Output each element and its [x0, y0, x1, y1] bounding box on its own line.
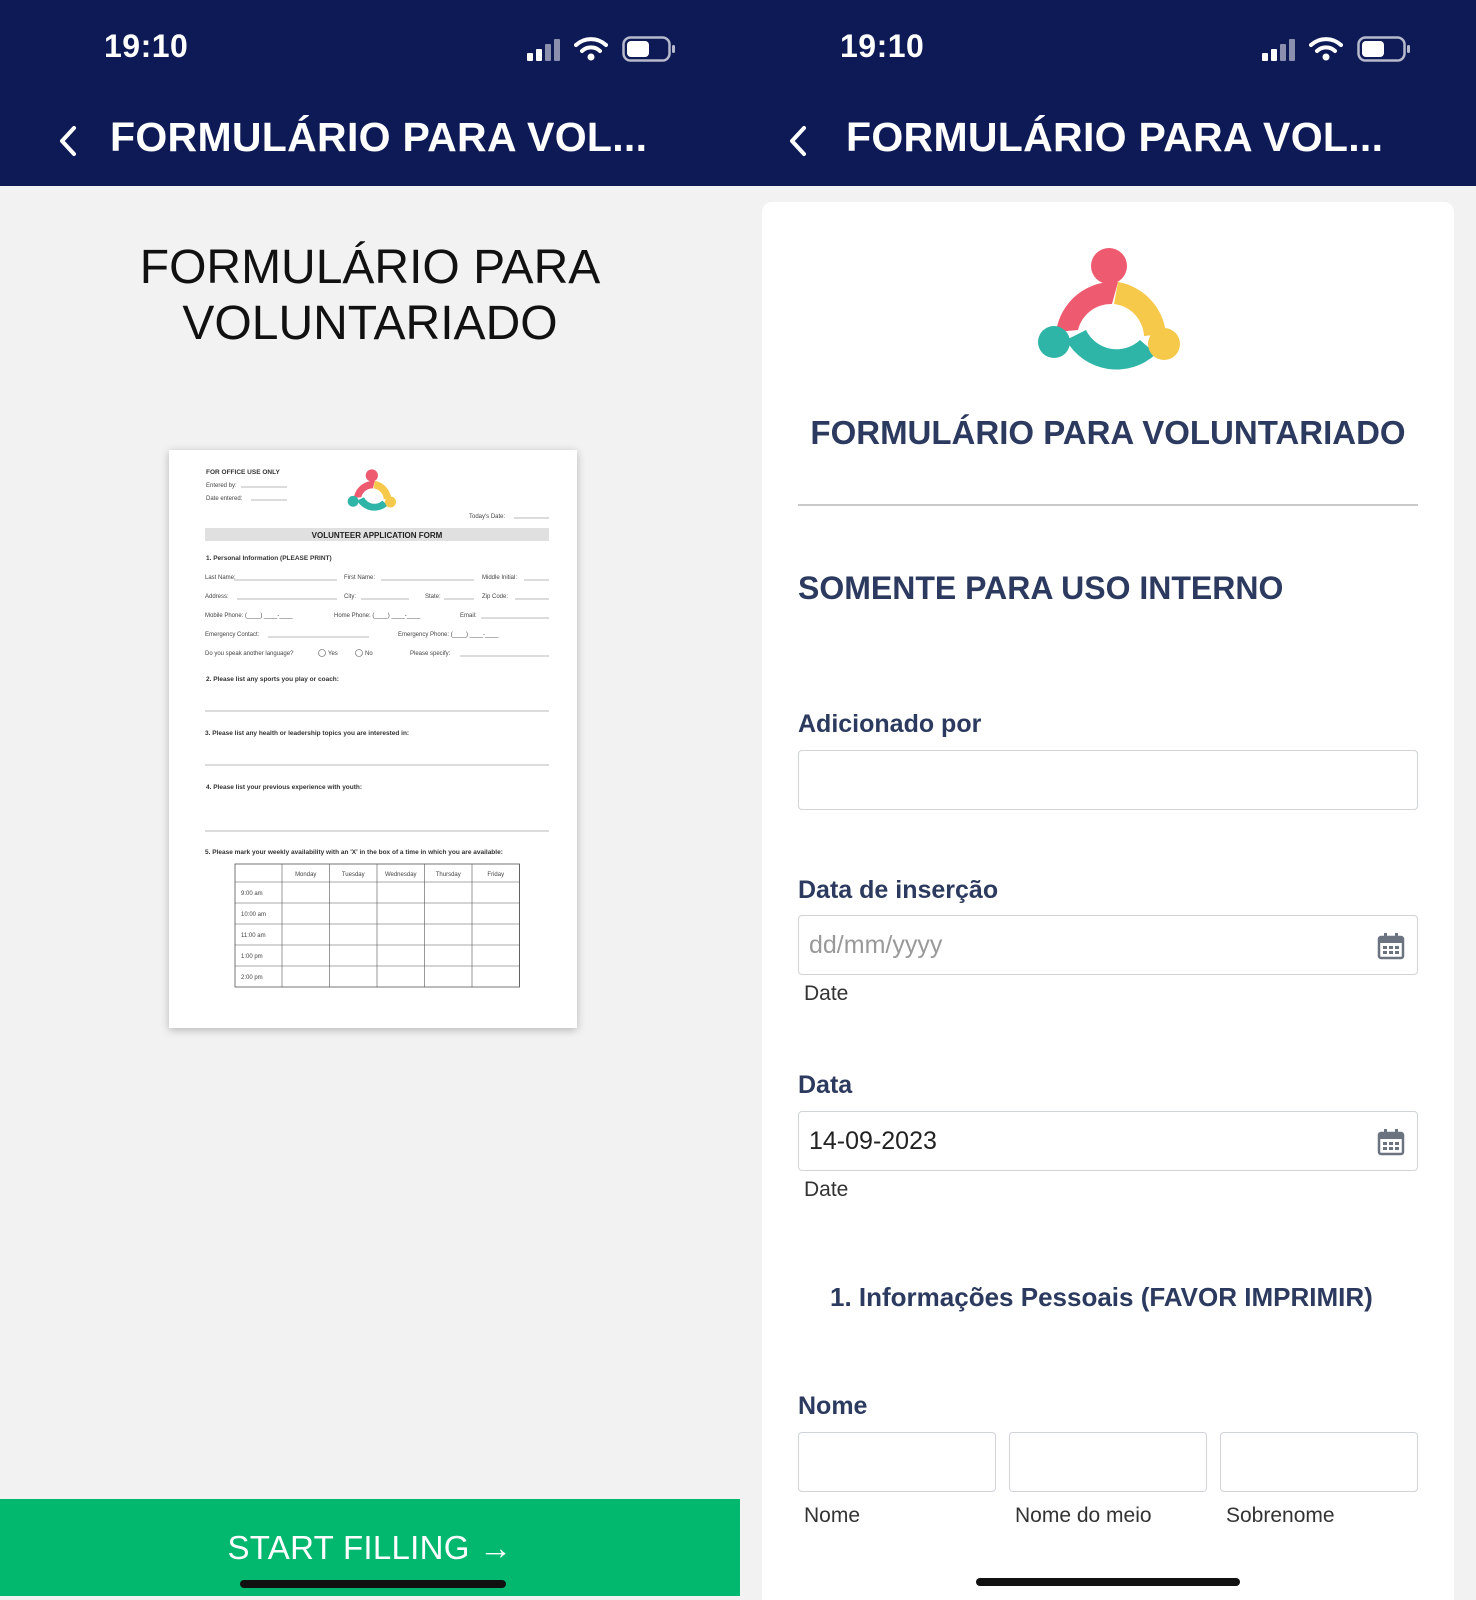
insert-date-label: Data de inserção [798, 876, 999, 904]
preview-q3: 3. Please list any health or leadership … [205, 730, 409, 737]
start-filling-button[interactable]: START FILLING → [0, 1529, 740, 1567]
name-label: Nome [798, 1392, 868, 1420]
date-label: Data [798, 1071, 853, 1099]
preview-section1: 1. Personal Information (PLEASE PRINT) [206, 555, 332, 562]
status-bar: 19:10 [0, 0, 740, 100]
preview-day-header: Monday [295, 872, 316, 878]
middle-name-sublabel: Nome do meio [1015, 1504, 1152, 1527]
preview-middle-initial: Middle Initial: [482, 575, 517, 581]
preview-time-label: 1:00 pm [241, 954, 263, 960]
signal-icon [527, 37, 560, 61]
date-sublabel: Date [804, 1178, 849, 1201]
nav-title: FORMULÁRIO PARA VOL... [110, 114, 648, 160]
form-heading-line1: FORMULÁRIO PARA [139, 241, 601, 294]
preview-day-header: Friday [487, 872, 504, 878]
preview-state: State: [425, 594, 441, 600]
nav-bar: FORMULÁRIO PARA VOL... [740, 100, 1476, 186]
preview-time-label: 2:00 pm [241, 975, 263, 981]
form-preview-thumbnail[interactable]: FOR OFFICE USE ONLY Entered by: Date ent… [169, 450, 577, 1028]
status-icons [1262, 36, 1411, 62]
insert-date-input[interactable]: dd/mm/yyyy [798, 915, 1418, 975]
preview-email: Email: [460, 613, 477, 619]
title-divider [798, 504, 1418, 506]
preview-please-specify: Please specify: [410, 651, 451, 657]
status-bar: 19:10 [740, 0, 1476, 100]
first-name-input[interactable] [798, 1432, 996, 1492]
insert-date-placeholder: dd/mm/yyyy [809, 931, 943, 959]
preview-emergency-phone: Emergency Phone: (____) ____-____ [398, 632, 499, 638]
preview-entered-by: Entered by: [206, 483, 237, 489]
first-name-sublabel: Nome [804, 1504, 861, 1527]
calendar-icon[interactable] [1377, 1128, 1405, 1156]
preview-time-label: 11:00 am [241, 933, 266, 939]
nav-title: FORMULÁRIO PARA VOL... [846, 114, 1384, 160]
last-name-input[interactable] [1220, 1432, 1418, 1492]
left-screen: 19:10 FORMULÁRIO PARA VOL... FORMULÁRIO … [0, 0, 740, 1600]
preview-day-header: Tuesday [342, 872, 365, 878]
preview-q2: 2. Please list any sports you play or co… [206, 676, 339, 683]
preview-emergency-contact: Emergency Contact: [205, 632, 260, 638]
preview-yes: Yes [328, 651, 338, 657]
preview-date-entered: Date entered: [206, 496, 243, 502]
preview-time-label: 10:00 am [241, 912, 266, 918]
preview-language-question: Do you speak another language? [205, 651, 294, 657]
preview-availability-table: Monday Tuesday Wednesday Thursday Friday 9:00… [234, 863, 520, 988]
form-heading: FORMULÁRIO PARA VOLUNTARIADO [0, 240, 740, 352]
date-input[interactable]: 14-09-2023 [798, 1111, 1418, 1171]
preview-zip: Zip Code: [482, 594, 508, 600]
back-chevron-icon[interactable] [780, 118, 820, 164]
nav-bar: FORMULÁRIO PARA VOL... [0, 100, 740, 186]
middle-name-input[interactable] [1009, 1432, 1207, 1492]
preview-todays-date: Today's Date: [469, 514, 505, 520]
form-card: FORMULÁRIO PARA VOLUNTARIADO SOMENTE PAR… [762, 202, 1454, 1600]
preview-day-header: Thursday [436, 872, 461, 878]
start-filling-bar[interactable]: START FILLING → [0, 1499, 740, 1596]
last-name-sublabel: Sobrenome [1226, 1504, 1335, 1527]
status-time: 19:10 [104, 28, 189, 64]
preview-first-name: First Name: [344, 575, 375, 581]
status-time: 19:10 [840, 28, 925, 64]
wifi-icon [574, 37, 608, 61]
battery-icon [622, 36, 675, 62]
preview-day-header: Wednesday [385, 872, 417, 878]
home-indicator [240, 1580, 506, 1588]
status-icons [527, 36, 676, 62]
organization-logo [1038, 248, 1180, 370]
preview-logo [347, 469, 396, 511]
preview-q4: 4. Please list your previous experience … [206, 784, 362, 791]
section-internal-heading: SOMENTE PARA USO INTERNO [798, 570, 1284, 606]
calendar-icon[interactable] [1377, 932, 1405, 960]
preview-last-name: Last Name: [205, 575, 236, 581]
preview-address: Address: [205, 594, 229, 600]
form-heading-line2: VOLUNTARIADO [182, 297, 558, 350]
wifi-icon [1309, 37, 1343, 61]
preview-home-phone: Home Phone: (____) ____-____ [334, 613, 421, 619]
signal-icon [1262, 37, 1295, 61]
date-value: 14-09-2023 [809, 1127, 937, 1155]
added-by-input[interactable] [798, 750, 1418, 810]
battery-icon [1357, 36, 1410, 62]
preview-q5: 5. Please mark your weekly availability … [205, 849, 503, 856]
preview-mobile: Mobile Phone: (____) ____-____ [205, 613, 293, 619]
form-title: FORMULÁRIO PARA VOLUNTARIADO [810, 414, 1406, 451]
preview-no: No [365, 651, 373, 657]
insert-date-sublabel: Date [804, 982, 849, 1005]
added-by-label: Adicionado por [798, 710, 982, 738]
preview-form-title: VOLUNTEER APPLICATION FORM [312, 531, 443, 540]
preview-time-label: 9:00 am [241, 891, 263, 897]
back-chevron-icon[interactable] [50, 118, 90, 164]
home-indicator [976, 1578, 1240, 1586]
personal-info-heading: 1. Informações Pessoais (FAVOR IMPRIMIR) [830, 1282, 1373, 1312]
preview-city: City: [344, 594, 356, 600]
preview-office-use: FOR OFFICE USE ONLY [206, 469, 280, 476]
right-screen: 19:10 FORMULÁRIO PARA VOL... FORMULÁRIO … [740, 0, 1476, 1600]
